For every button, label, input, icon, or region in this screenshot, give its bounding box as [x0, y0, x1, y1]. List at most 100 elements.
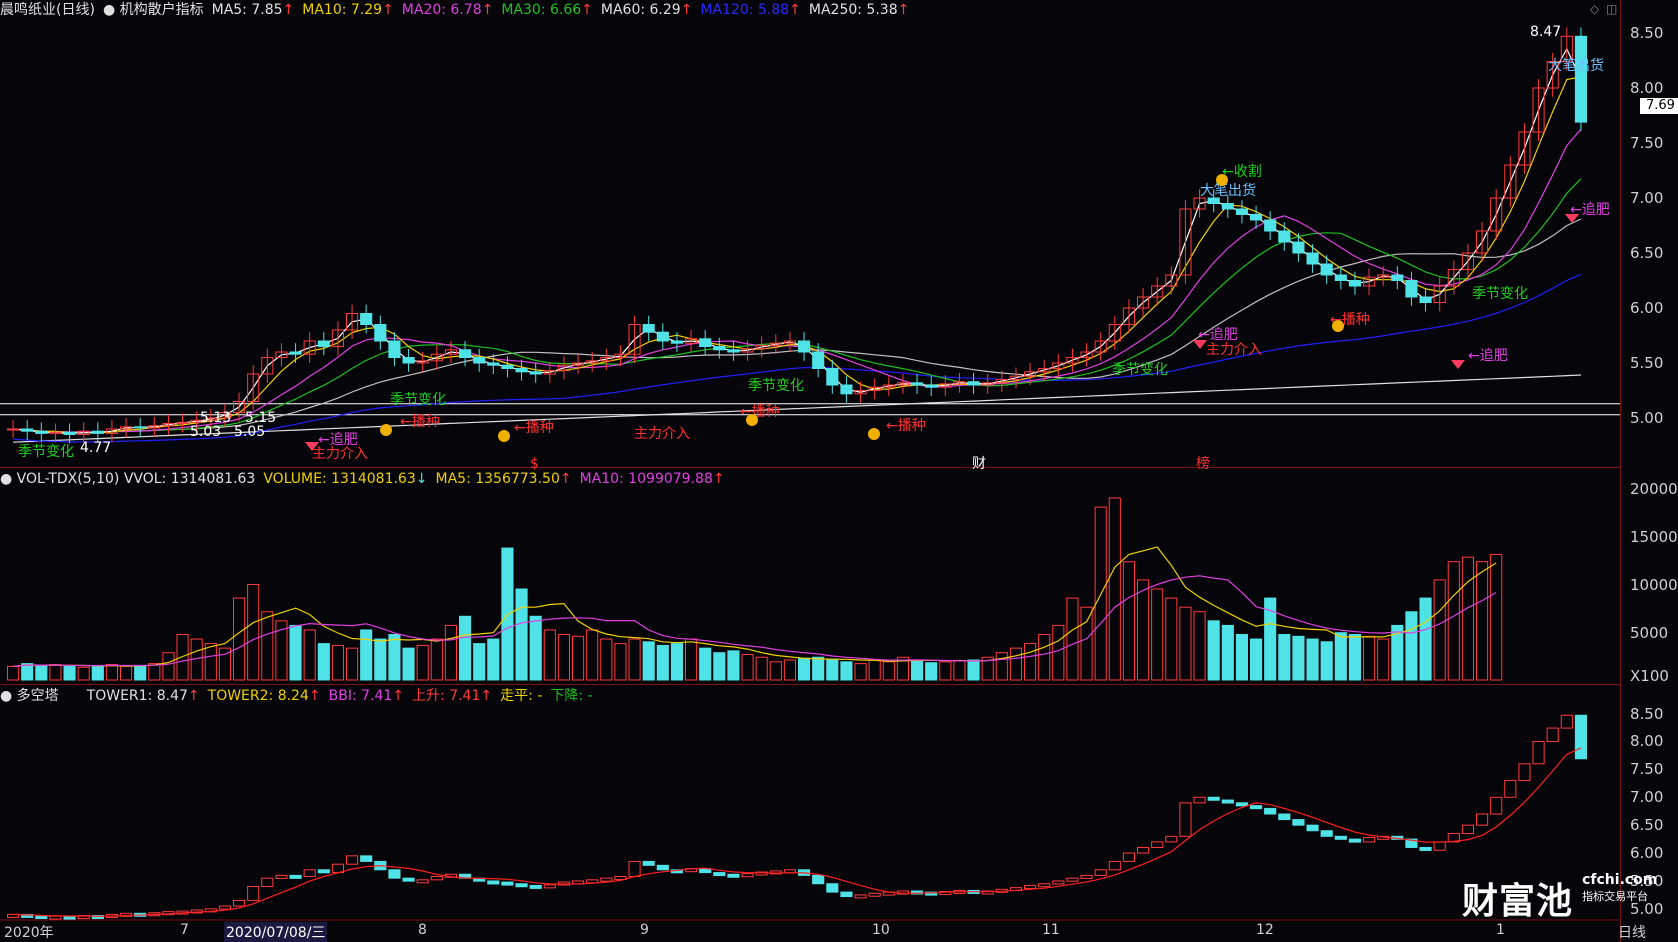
volume-bar: [713, 652, 726, 681]
volume-bar: [120, 665, 133, 681]
tower-block: [1038, 883, 1051, 888]
candle-body: [1221, 203, 1234, 210]
season-marker: 季节变化: [748, 378, 804, 394]
tower-block: [1490, 796, 1503, 815]
volume-bar: [939, 661, 952, 681]
tower-axis-tick: 8.00: [1630, 732, 1664, 751]
volume-bar: [1165, 597, 1178, 681]
period-label[interactable]: 日线: [1618, 922, 1646, 942]
seed-marker: ←播种: [886, 418, 926, 434]
volume-bar: [1306, 638, 1319, 681]
volume-bar: [459, 615, 472, 681]
volume-bar: [515, 588, 528, 681]
tower-block: [360, 855, 373, 862]
volume-bar: [1108, 497, 1121, 681]
volume-bar: [162, 652, 175, 681]
distribute-marker: 大笔出货: [1200, 182, 1256, 199]
volume-bar: [727, 650, 740, 681]
tower-block: [1108, 860, 1121, 871]
volume-bar: [1476, 561, 1489, 681]
candle-body: [317, 340, 330, 347]
volume-bar: [642, 641, 655, 681]
bbi-line: [13, 747, 1582, 917]
candle-body: [1348, 280, 1361, 287]
candle-body: [1419, 296, 1432, 303]
chart-canvas[interactable]: 8.474.775.13 5.155.03 5.05←收割大笔出货大笔出货←追肥←追…: [0, 0, 1620, 942]
volume-bar: [953, 660, 966, 681]
candle-body: [91, 430, 104, 434]
volume-bar: [685, 638, 698, 681]
high-price-label: 8.47: [1530, 24, 1561, 40]
candle-body: [388, 340, 401, 358]
volume-bar: [444, 624, 457, 681]
volume-bar: [1461, 556, 1474, 681]
volume-bar: [1009, 647, 1022, 681]
tower-block: [1532, 740, 1545, 765]
volume-bar: [1419, 597, 1432, 681]
volume-bar: [798, 657, 811, 681]
main-in-marker: 主力介入: [312, 446, 368, 462]
candle-body: [1391, 274, 1404, 281]
coin-icon: [868, 428, 880, 440]
coin-icon: [498, 430, 510, 442]
volume-bar: [346, 647, 359, 681]
candle-body: [713, 346, 726, 351]
tower-block: [430, 875, 443, 881]
volume-bar: [995, 652, 1008, 681]
volume-bar: [1278, 634, 1291, 681]
volume-bar: [911, 659, 924, 681]
tower-block: [1094, 869, 1107, 876]
tower-block: [529, 884, 542, 889]
candle-body: [840, 384, 853, 395]
candle-body: [826, 368, 839, 386]
candle-body: [515, 368, 528, 373]
volume-bar: [868, 659, 881, 681]
volume-bar: [600, 638, 613, 681]
volume-bar: [1292, 635, 1305, 681]
distribute-marker: 大笔出货: [1548, 57, 1604, 74]
tower-block: [1264, 807, 1277, 815]
candle-body: [402, 357, 415, 364]
volume-bar: [416, 644, 429, 681]
tower-block: [49, 915, 62, 920]
price-axis-tick: 5.50: [1630, 354, 1664, 372]
volume-axis-tick: 10000: [1630, 576, 1678, 594]
tower-block: [1419, 846, 1432, 851]
volume-bar: [148, 663, 161, 681]
volume-bar: [1080, 606, 1093, 681]
tower-block: [1348, 838, 1361, 843]
tower-block: [826, 883, 839, 893]
volume-bar: [1193, 611, 1206, 681]
main-in-marker: 主力介入: [634, 426, 690, 442]
volume-bar: [388, 634, 401, 681]
volume-bar: [557, 634, 570, 681]
harvest-marker: ←收割: [1222, 163, 1262, 180]
tower-block: [515, 883, 528, 888]
tower-block: [1066, 877, 1079, 882]
tower-block: [1363, 836, 1376, 843]
candle-body: [670, 340, 683, 344]
watermark-brand: 财富池: [1462, 881, 1574, 922]
volume-bar: [374, 638, 387, 681]
coin-icon: [1216, 174, 1228, 186]
candle-body: [1405, 280, 1418, 298]
volume-bar: [1433, 579, 1446, 681]
candle-body: [501, 364, 514, 370]
price-axis-line: [1620, 0, 1621, 942]
dollar-marker: $: [530, 456, 539, 472]
volume-bar: [1221, 624, 1234, 681]
tower-block: [1193, 796, 1206, 804]
tower-block: [1518, 763, 1531, 782]
tower-block: [317, 869, 330, 874]
diamond-icon: [1451, 360, 1465, 369]
candle-body: [7, 428, 20, 431]
volume-bar: [91, 664, 104, 681]
seed-marker: ←播种: [400, 414, 440, 430]
candle-body: [529, 371, 542, 375]
candle-body: [911, 382, 924, 386]
candle-body: [289, 351, 302, 355]
candle-body: [798, 340, 811, 353]
tower-block: [487, 880, 500, 885]
volume-bar: [529, 615, 542, 681]
diamond-icon: [1565, 214, 1579, 223]
